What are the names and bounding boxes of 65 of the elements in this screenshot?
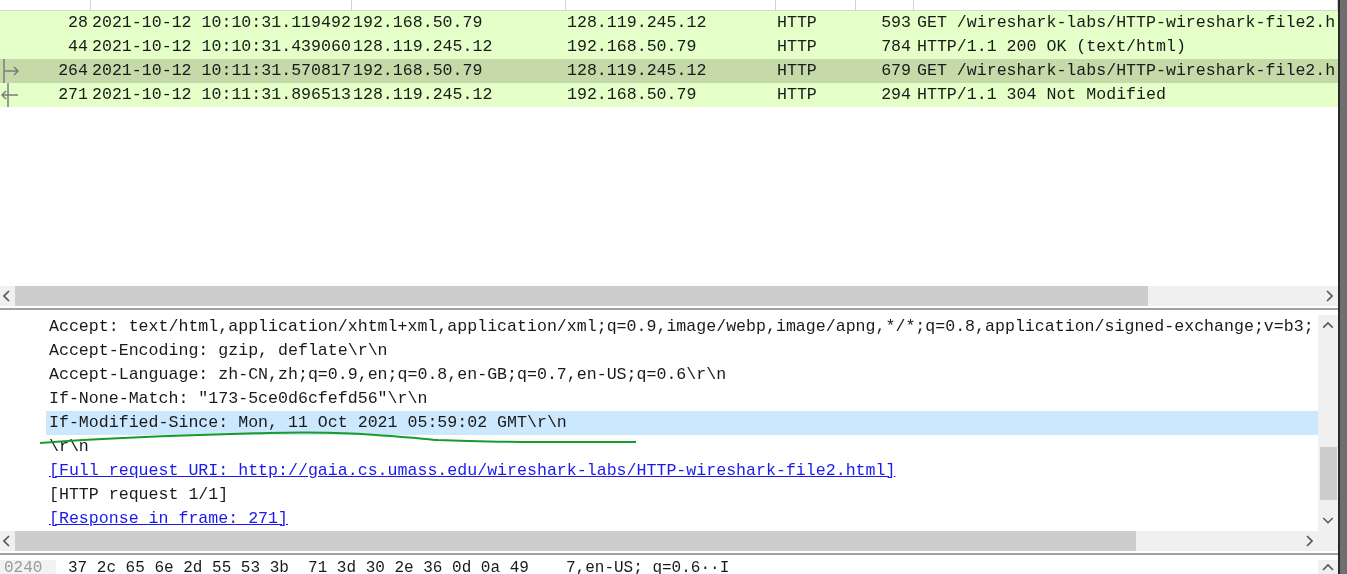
detail-text: \r\n	[49, 437, 89, 456]
packet-number: 271	[58, 85, 88, 104]
hex-bytes: 37 2c 65 6e 2d 55 53 3b 71 3d 30 2e 36 0d 0a 49	[68, 560, 530, 574]
detail-row[interactable]: If-Modified-Since: Mon, 11 Oct 2021 05:59:02 GMT\r\n	[46, 411, 1318, 435]
packet-info: HTTP/1.1 200 OK (text/html)	[916, 36, 1187, 58]
scrollbar-thumb[interactable]	[1319, 446, 1337, 501]
packet-row[interactable]: 271 2021-10-12 10:11:31.896513 128.119.245.12 192.168.50.79 HTTP 294 HTTP/1.1 304 Not Modified	[0, 83, 1338, 107]
packet-source: 192.168.50.79	[352, 12, 484, 34]
horizontal-scrollbar[interactable]	[0, 286, 1338, 306]
packet-length: 784	[880, 36, 912, 58]
packet-number: 44	[68, 37, 88, 56]
scroll-right-icon[interactable]	[1325, 290, 1333, 302]
packet-source: 128.119.245.12	[352, 36, 494, 58]
packet-destination: 128.119.245.12	[566, 12, 708, 34]
detail-text: [HTTP request 1/1]	[49, 485, 229, 504]
scroll-up-icon[interactable]	[1322, 321, 1334, 329]
packet-length: 679	[880, 60, 912, 82]
scroll-left-icon[interactable]	[3, 290, 11, 302]
packet-row[interactable]: 28 2021-10-12 10:10:31.119492 192.168.50.79 128.119.245.12 HTTP 593 GET /wireshark-labs/HTTP-wireshark-file2.h	[0, 11, 1338, 35]
detail-row[interactable]: \r\n	[46, 435, 1318, 459]
detail-row[interactable]: Accept-Encoding: gzip, deflate\r\n	[46, 339, 1318, 363]
scroll-up-icon[interactable]	[1322, 563, 1334, 571]
detail-row[interactable]: Accept-Language: zh-CN,zh;q=0.9,en;q=0.8,en-GB;q=0.7,en-US;q=0.6\r\n	[46, 363, 1318, 387]
packet-destination: 192.168.50.79	[566, 36, 698, 58]
detail-text: If-Modified-Since: Mon, 11 Oct 2021 05:59:02 GMT\r\n	[49, 413, 567, 432]
byte-offset: 0240	[0, 560, 56, 574]
packet-time: 2021-10-12 10:11:31.896513	[91, 84, 352, 106]
packet-source: 192.168.50.79	[352, 60, 484, 82]
packet-destination: 128.119.245.12	[566, 60, 708, 82]
vertical-scrollbar[interactable]	[1318, 560, 1338, 574]
detail-text: If-None-Match: "173-5ce0d6cfefd56"\r\n	[49, 389, 428, 408]
related-request-icon	[0, 59, 22, 83]
packet-protocol: HTTP	[776, 36, 818, 58]
vertical-scrollbar[interactable]	[1318, 315, 1338, 531]
packet-time: 2021-10-12 10:10:31.439060	[91, 36, 352, 58]
packet-row[interactable]: 44 2021-10-12 10:10:31.439060 128.119.245.12 192.168.50.79 HTTP 784 HTTP/1.1 200 OK (text/html)	[0, 35, 1338, 59]
packet-protocol: HTTP	[776, 12, 818, 34]
packet-protocol: HTTP	[776, 84, 818, 106]
detail-link[interactable]: [Full request URI: http://gaia.cs.umass.edu/wireshark-labs/HTTP-wireshark-file2.html]	[49, 461, 896, 480]
packet-info: HTTP/1.1 304 Not Modified	[916, 84, 1167, 106]
detail-text: Accept-Encoding: gzip, deflate\r\n	[49, 341, 388, 360]
detail-row[interactable]: [Full request URI: http://gaia.cs.umass.edu/wireshark-labs/HTTP-wireshark-file2.html]	[46, 459, 1318, 483]
scroll-down-icon[interactable]	[1322, 517, 1334, 525]
scrollbar-thumb[interactable]	[15, 531, 1136, 551]
scroll-left-icon[interactable]	[3, 535, 11, 547]
scrollbar-thumb[interactable]	[15, 286, 1148, 306]
packet-destination: 192.168.50.79	[566, 84, 698, 106]
packet-number: 264	[58, 61, 88, 80]
packet-source: 128.119.245.12	[352, 84, 494, 106]
packet-protocol: HTTP	[776, 60, 818, 82]
horizontal-scrollbar[interactable]	[0, 531, 1338, 551]
detail-text: Accept-Language: zh-CN,zh;q=0.9,en;q=0.8,en-GB;q=0.7,en-US;q=0.6\r\n	[49, 365, 727, 384]
packet-number: 28	[68, 13, 88, 32]
packet-info: GET /wireshark-labs/HTTP-wireshark-file2.h	[916, 12, 1337, 34]
detail-row[interactable]: [HTTP request 1/1]	[46, 483, 1318, 507]
detail-link[interactable]: [Response in frame: 271]	[49, 509, 288, 528]
packet-length: 593	[880, 12, 912, 34]
scroll-right-icon[interactable]	[1305, 535, 1313, 547]
detail-row[interactable]: If-None-Match: "173-5ce0d6cfefd56"\r\n	[46, 387, 1318, 411]
packet-length: 294	[880, 84, 912, 106]
packet-row[interactable]: 264 2021-10-12 10:11:31.570817 192.168.50.79 128.119.245.12 HTTP 679 GET /wireshark-labs/HTTP-wireshark-file2.h	[0, 59, 1338, 83]
detail-row[interactable]: [Response in frame: 271]	[46, 507, 1318, 531]
packet-info: GET /wireshark-labs/HTTP-wireshark-file2.h	[916, 60, 1337, 82]
packet-time: 2021-10-12 10:10:31.119492	[91, 12, 352, 34]
packet-time: 2021-10-12 10:11:31.570817	[91, 60, 352, 82]
